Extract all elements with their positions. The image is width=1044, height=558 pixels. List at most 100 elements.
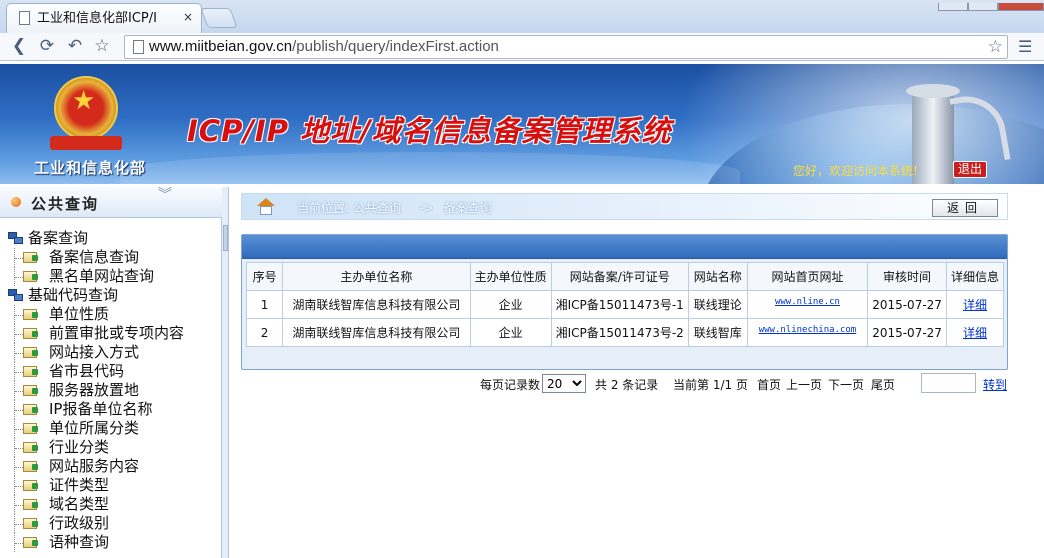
tree-item-label: 行业分类 [49, 438, 110, 456]
tree-item-label: 单位性质 [49, 305, 110, 323]
site-url-link[interactable]: www.nlinechina.com [759, 325, 857, 335]
tree-item-label: 网站接入方式 [49, 343, 140, 361]
jump-page-input[interactable] [921, 373, 976, 393]
next-page-link[interactable]: 下一页 [828, 376, 864, 393]
results-panel: 序号 主办单位名称 主办单位性质 网站备案/许可证号 网站名称 网站首页网址 审… [241, 234, 1008, 370]
row-number: 1 [245, 290, 284, 319]
results-table: 序号 主办单位名称 主办单位性质 网站备案/许可证号 网站名称 网站首页网址 审… [245, 262, 1005, 347]
results-panel-header [242, 235, 1007, 259]
tree-item-label: 备案信息查询 [49, 248, 140, 266]
tree-item-label: IP报备单位名称 [49, 400, 153, 418]
tree-item-label: 网站服务内容 [49, 457, 140, 475]
site-url-cell: www.nline.cn [746, 290, 869, 319]
page-item-icon [23, 442, 38, 453]
review-date: 2015-07-27 [867, 318, 947, 347]
url-text[interactable]: www.miitbeian.gov.cn/publish/query/index… [149, 36, 499, 58]
browser-tab[interactable]: 工业和信息化部ICP/I × [6, 3, 202, 33]
tree-group-label: 基础代码查询 [28, 286, 119, 304]
address-bar[interactable]: www.miitbeian.gov.cn/publish/query/index… [124, 35, 1008, 59]
page-item-icon [23, 404, 38, 415]
table-row: 2 湖南联线智库信息科技有限公司 企业 湘ICP备15011473号-2 联线智… [245, 318, 1005, 347]
detail-link[interactable]: 详细 [963, 326, 987, 340]
page-item-icon [23, 347, 38, 358]
column-header: 序号 [245, 262, 284, 291]
national-emblem-icon: ★ [50, 76, 122, 156]
sidebar-splitter[interactable] [222, 187, 229, 558]
page-item-icon [23, 461, 38, 472]
page-item-icon [23, 423, 38, 434]
column-header: 详细信息 [945, 262, 1005, 291]
new-tab-button[interactable] [200, 8, 238, 28]
tree-item-label: 单位所属分类 [49, 419, 140, 437]
sidebar-title: 公共查询 [31, 195, 100, 213]
org-name: 湖南联线智库信息科技有限公司 [282, 290, 471, 319]
tree-item-label: 服务器放置地 [49, 381, 140, 399]
page-item-icon [23, 499, 38, 510]
back-arrow-icon[interactable]: ❮ [9, 36, 29, 56]
collapse-chevron-icon[interactable]: ︾ [158, 188, 172, 202]
splitter-grip[interactable] [223, 225, 228, 251]
breadcrumb-prefix: 当前位置: [297, 201, 350, 215]
page-item-icon [23, 366, 38, 377]
breadcrumb-text: 当前位置: 公共查询 -> 备案查询 [297, 199, 501, 216]
page-item-icon [23, 480, 38, 491]
welcome-text: 您好，欢迎访问本系统! [793, 164, 918, 178]
maximize-button[interactable] [968, 3, 998, 11]
go-link[interactable]: 转到 [983, 376, 1007, 393]
breadcrumb-arrow: -> [419, 201, 434, 215]
logout-button[interactable]: 退出 [953, 161, 987, 178]
page-item-icon [23, 328, 38, 339]
page-icon [133, 40, 144, 54]
tree-item-label: 语种查询 [49, 533, 110, 551]
per-page-select[interactable]: 20 [542, 374, 586, 393]
browser-tab-bar: 工业和信息化部ICP/I × [0, 0, 1044, 33]
ministry-name: 工业和信息化部 [34, 159, 147, 177]
bookmark-star-icon[interactable]: ☆ [92, 36, 112, 56]
sidebar-header[interactable]: 公共查询 ︾ [0, 187, 222, 218]
org-name: 湖南联线智库信息科技有限公司 [282, 318, 471, 347]
banner-wave [120, 152, 740, 184]
tab-close-icon[interactable]: × [183, 10, 193, 24]
page-item-icon [23, 271, 38, 282]
window-close-button[interactable] [998, 3, 1044, 11]
sidebar: 公共查询 ︾ 备案查询 备案信息查询 黑名单网站查询 基础代码查询 单位性质 前… [0, 187, 222, 558]
last-page-link[interactable]: 尾页 [871, 376, 895, 393]
column-header: 主办单位性质 [469, 262, 552, 291]
column-header: 网站首页网址 [746, 262, 869, 291]
row-number: 2 [245, 318, 284, 347]
page-item-icon [23, 252, 38, 263]
breadcrumb-section[interactable]: 公共查询 [353, 201, 401, 215]
table-header-row: 序号 主办单位名称 主办单位性质 网站备案/许可证号 网站名称 网站首页网址 审… [245, 262, 1005, 291]
browser-toolbar: ❮ ⟳ ↶ ☆ www.miitbeian.gov.cn/publish/que… [0, 33, 1044, 61]
prev-page-link[interactable]: 上一页 [786, 376, 822, 393]
tree-item-label: 前置审批或专项内容 [49, 324, 185, 342]
total-records: 共 2 条记录 [595, 378, 659, 392]
column-header: 审核时间 [867, 262, 947, 291]
star-icon[interactable]: ☆ [988, 37, 1003, 57]
tree-item-label: 省市县代码 [49, 362, 125, 380]
site-url-cell: www.nlinechina.com [746, 318, 869, 347]
license-number: 湘ICP备15011473号-1 [550, 290, 689, 319]
folder-group-icon [8, 232, 24, 245]
window-controls [938, 0, 1044, 11]
first-page-link[interactable]: 首页 [757, 376, 781, 393]
reload-icon[interactable]: ⟳ [37, 36, 57, 56]
folder-group-icon [8, 289, 24, 302]
page-item-icon [23, 537, 38, 548]
undo-icon[interactable]: ↶ [65, 36, 85, 56]
site-name: 联线理论 [687, 290, 748, 319]
site-banner: ★ 工业和信息化部 ICP/IP 地址/域名信息备案管理系统 您好，欢迎访问本系… [0, 64, 1044, 184]
home-icon[interactable] [257, 198, 275, 215]
page-item-icon [23, 518, 38, 529]
detail-link[interactable]: 详细 [963, 298, 987, 312]
tree-item-label: 域名类型 [49, 495, 110, 513]
tab-title: 工业和信息化部ICP/I [37, 11, 157, 26]
menu-icon[interactable]: ☰ [1018, 37, 1032, 56]
back-button[interactable]: 返回 [932, 199, 998, 217]
site-url-link[interactable]: www.nline.cn [775, 297, 840, 307]
minimize-button[interactable] [938, 3, 968, 11]
page-icon [19, 11, 30, 25]
org-type: 企业 [469, 318, 552, 347]
current-page: 当前第 1/1 页 [673, 378, 748, 392]
page-item-icon [23, 385, 38, 396]
